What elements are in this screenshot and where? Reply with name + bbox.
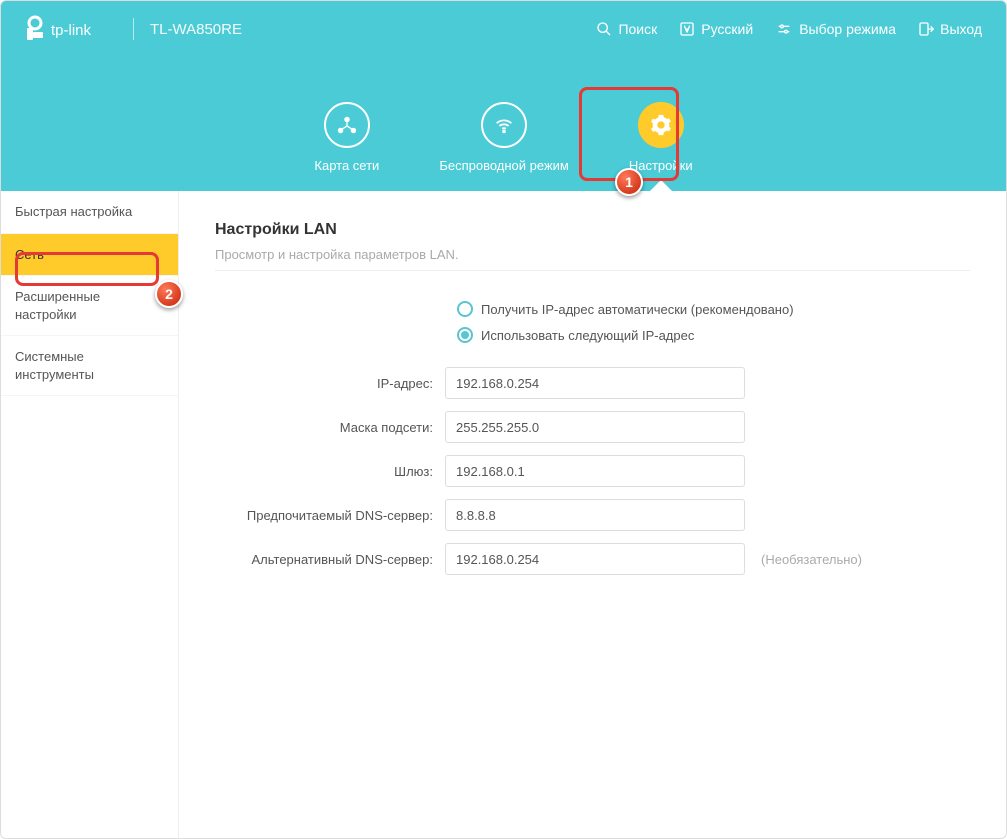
logout-label: Выход xyxy=(940,21,982,37)
mode-label: Выбор режима xyxy=(799,21,896,37)
nav-wireless-label: Беспроводной режим xyxy=(439,158,569,173)
dns2-label: Альтернативный DNS-cервер: xyxy=(215,552,445,567)
radio-manual-label: Использовать следующий IP-адрес xyxy=(481,328,694,343)
mask-label: Маска подсети: xyxy=(215,420,445,435)
svg-text:tp-link: tp-link xyxy=(51,22,92,39)
radio-auto-label: Получить IP-адрес автоматически (рекомен… xyxy=(481,302,794,317)
network-map-icon xyxy=(336,114,358,136)
ip-label: IP-адрес: xyxy=(215,376,445,391)
page-title: Настройки LAN xyxy=(215,221,970,239)
logout-icon xyxy=(918,21,934,37)
ip-input[interactable] xyxy=(445,367,745,399)
radio-icon xyxy=(457,327,473,343)
mask-input[interactable] xyxy=(445,411,745,443)
search-label: Поиск xyxy=(618,21,657,37)
language-label: Русский xyxy=(701,21,753,37)
nav-wireless[interactable]: Беспроводной режим xyxy=(439,102,569,191)
mode-link[interactable]: Выбор режима xyxy=(775,21,896,37)
gateway-input[interactable] xyxy=(445,455,745,487)
dns2-optional: (Необязательно) xyxy=(745,552,862,567)
sidebar-item-network[interactable]: Сеть xyxy=(1,234,178,277)
tplink-logo-icon: tp-link xyxy=(25,14,117,44)
radio-auto-ip[interactable]: Получить IP-адрес автоматически (рекомен… xyxy=(457,301,970,317)
logout-link[interactable]: Выход xyxy=(918,21,982,37)
nav-map-label: Карта сети xyxy=(314,158,379,173)
device-model: TL-WA850RE xyxy=(150,21,242,38)
search-link[interactable]: Поиск xyxy=(596,21,657,37)
nav-network-map[interactable]: Карта сети xyxy=(314,102,379,191)
dns1-input[interactable] xyxy=(445,499,745,531)
dns1-label: Предпочитаемый DNS-cервер: xyxy=(215,508,445,523)
sidebar-item-advanced[interactable]: Расширенные настройки xyxy=(1,276,178,336)
divider xyxy=(215,270,970,271)
brand: tp-link TL-WA850RE xyxy=(25,14,242,44)
language-icon xyxy=(679,21,695,37)
sidebar-item-quick-setup[interactable]: Быстрая настройка xyxy=(1,191,178,234)
nav-settings-label: Настройки xyxy=(629,158,693,173)
wireless-icon xyxy=(493,114,515,136)
nav-settings[interactable]: Настройки xyxy=(629,102,693,191)
radio-icon xyxy=(457,301,473,317)
sidebar: Быстрая настройка Сеть Расширенные настр… xyxy=(1,191,179,839)
search-icon xyxy=(596,21,612,37)
radio-manual-ip[interactable]: Использовать следующий IP-адрес xyxy=(457,327,970,343)
dns2-input[interactable] xyxy=(445,543,745,575)
mode-icon xyxy=(775,21,793,37)
page-subtitle: Просмотр и настройка параметров LAN. xyxy=(215,247,970,262)
language-link[interactable]: Русский xyxy=(679,21,753,37)
settings-icon xyxy=(650,114,672,136)
sidebar-item-system-tools[interactable]: Системные инструменты xyxy=(1,336,178,396)
gateway-label: Шлюз: xyxy=(215,464,445,479)
